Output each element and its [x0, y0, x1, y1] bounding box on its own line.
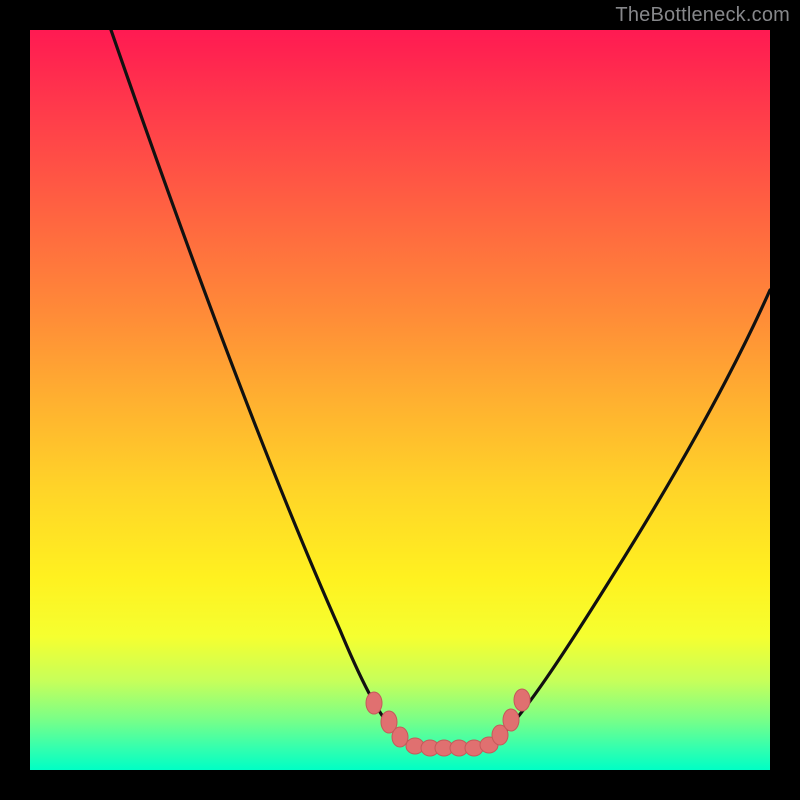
curve-right-arm [502, 290, 770, 735]
chart-svg [30, 30, 770, 770]
curve-left-arm [111, 30, 398, 735]
marker [392, 727, 408, 747]
watermark-label: TheBottleneck.com [615, 4, 790, 27]
marker [503, 709, 519, 731]
marker [514, 689, 530, 711]
chart-plot-area [30, 30, 770, 770]
chart-frame: TheBottleneck.com [0, 0, 800, 800]
marker [366, 692, 382, 714]
marker-group [366, 689, 530, 756]
